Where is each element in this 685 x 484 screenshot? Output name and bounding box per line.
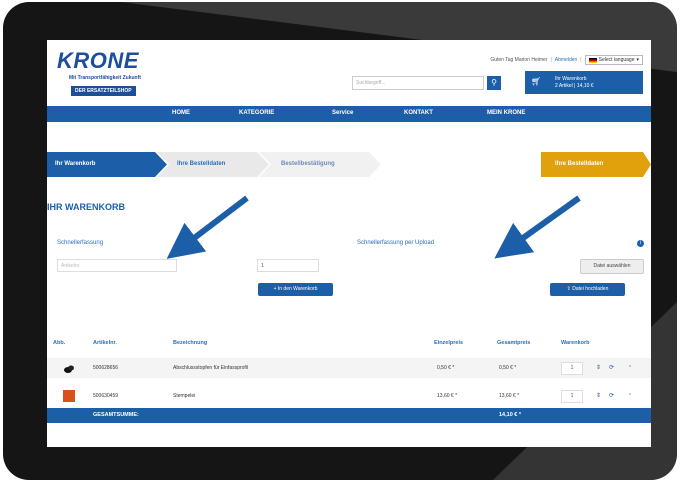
tablet-bezel: KRONE Mit Transportfähigkeit Zukunft DER… — [3, 2, 677, 480]
arrow-right-icon — [494, 195, 581, 259]
device-frame: KRONE Mit Transportfähigkeit Zukunft DER… — [0, 0, 685, 484]
browser-screen: KRONE Mit Transportfähigkeit Zukunft DER… — [47, 40, 651, 447]
annotation-arrows — [166, 195, 581, 259]
arrow-left-icon — [166, 195, 249, 259]
